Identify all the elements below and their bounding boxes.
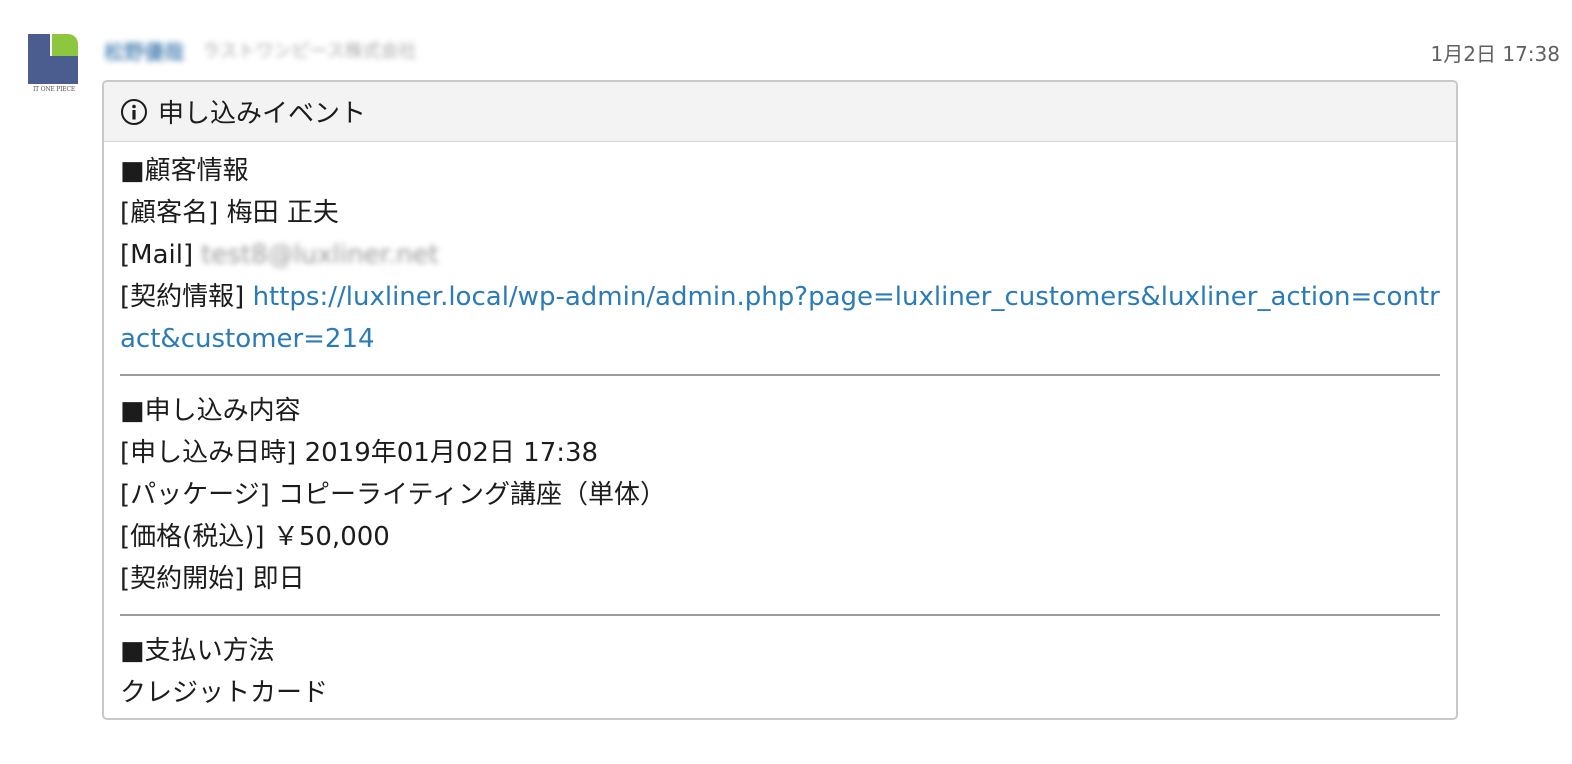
sender[interactable]: 松野優哉 ラストワンピース株式会社 (104, 36, 417, 65)
application-date-row: [申し込み日時] 2019年01月02日 17:38 (120, 432, 1440, 474)
contract-start-label: [契約開始] (120, 564, 245, 594)
payment-method: クレジットカード (120, 678, 329, 708)
customer-name-value: 梅田 正夫 (226, 198, 339, 228)
info-icon (120, 98, 148, 126)
divider (120, 374, 1440, 376)
application-date-label: [申し込み日時] (120, 438, 297, 468)
card-header: 申し込みイベント (104, 82, 1456, 142)
payment-section: ■支払い方法 クレジットカード (120, 630, 1440, 714)
customer-mail-label: [Mail] (120, 240, 194, 270)
customer-section: ■顧客情報 [顧客名] 梅田 正夫 [Mail] test8@luxliner.n… (120, 150, 1440, 360)
avatar-caption: IT ONE PIECE (32, 86, 76, 93)
contract-row: [契約情報] https://luxliner.local/wp-admin/a… (120, 276, 1440, 360)
price-row: [価格(税込)] ￥50,000 (120, 516, 1440, 558)
sender-company: ラストワンピース株式会社 (202, 41, 417, 62)
customer-name-row: [顧客名] 梅田 正夫 (120, 192, 1440, 234)
customer-heading: ■顧客情報 (120, 156, 249, 186)
application-heading: ■申し込み内容 (120, 396, 301, 426)
divider (120, 614, 1440, 616)
contract-link[interactable]: https://luxliner.local/wp-admin/admin.ph… (120, 282, 1440, 354)
customer-name-label: [顧客名] (120, 198, 219, 228)
event-card: 申し込みイベント ■顧客情報 [顧客名] 梅田 正夫 [Mail] test8@l… (102, 80, 1458, 720)
card-body: ■顧客情報 [顧客名] 梅田 正夫 [Mail] test8@luxliner.n… (104, 142, 1456, 714)
application-section: ■申し込み内容 [申し込み日時] 2019年01月02日 17:38 [パッケー… (120, 390, 1440, 600)
contract-start-row: [契約開始] 即日 (120, 558, 1440, 600)
package-label: [パッケージ] (120, 480, 270, 510)
message-timestamp[interactable]: 1月2日 17:38 (1431, 38, 1560, 67)
package-value: コピーライティング講座（単体） (278, 480, 666, 510)
message: IT ONE PIECE 松野優哉 ラストワンピース株式会社 1月2日 17:3… (0, 0, 1572, 764)
contract-start-value: 即日 (252, 564, 305, 594)
package-row: [パッケージ] コピーライティング講座（単体） (120, 474, 1440, 516)
customer-mail-value[interactable]: test8@luxliner.net (201, 234, 439, 276)
customer-mail-row: [Mail] test8@luxliner.net (120, 234, 1440, 276)
logo-icon (28, 34, 78, 84)
contract-label: [契約情報] (120, 282, 245, 312)
card-title: 申し込みイベント (158, 99, 367, 129)
avatar[interactable]: IT ONE PIECE (28, 34, 80, 94)
price-value: ￥50,000 (272, 522, 390, 552)
sender-name[interactable]: 松野優哉 (104, 36, 184, 65)
payment-heading: ■支払い方法 (120, 636, 275, 666)
price-label: [価格(税込)] (120, 522, 265, 552)
application-date-value: 2019年01月02日 17:38 (304, 438, 599, 468)
